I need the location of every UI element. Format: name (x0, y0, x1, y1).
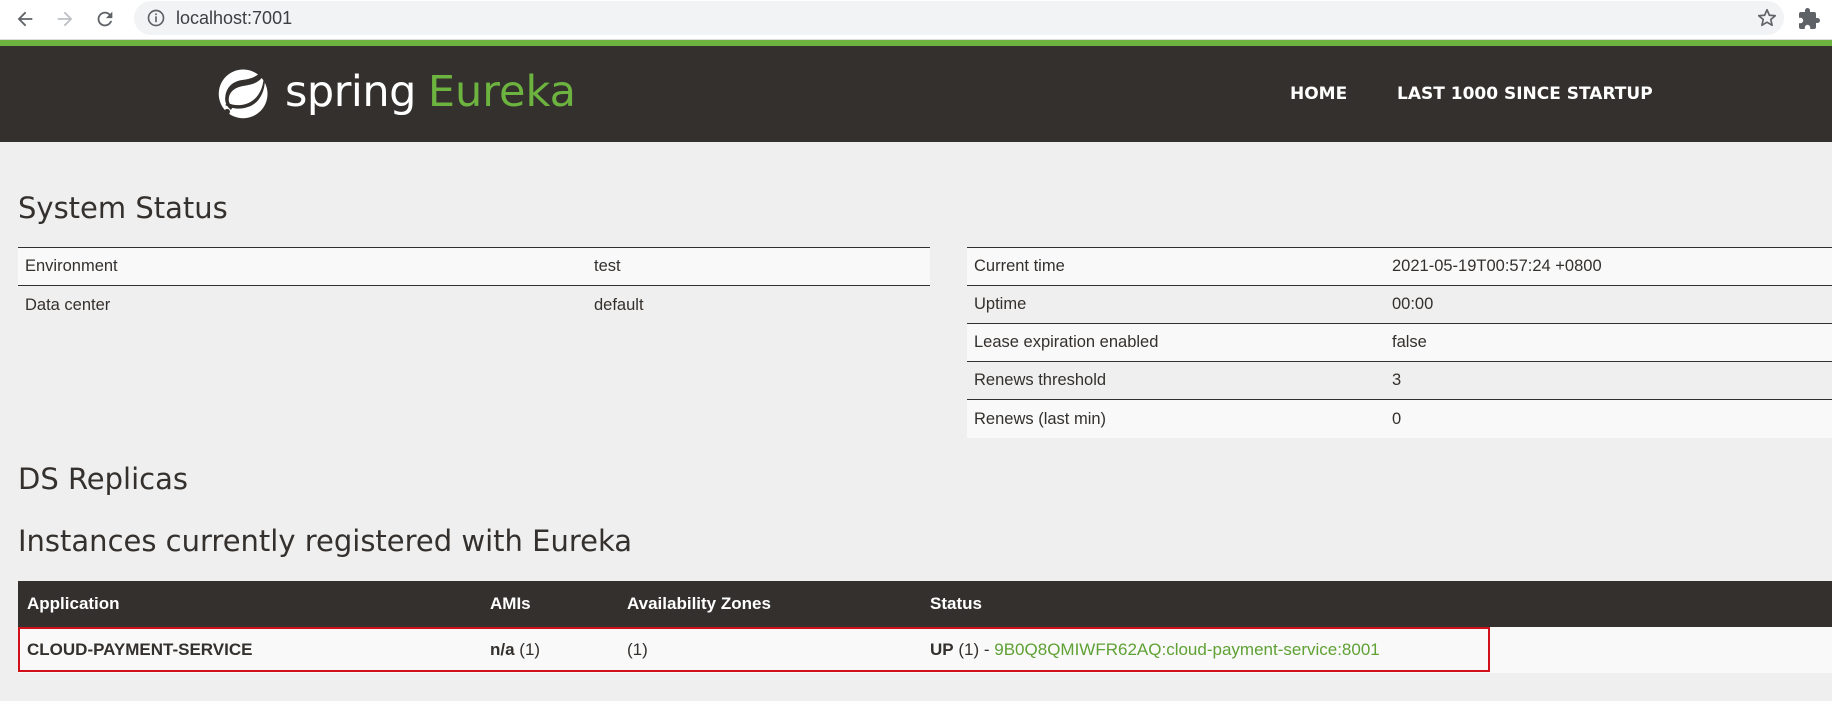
extensions-icon[interactable] (1797, 7, 1821, 31)
eureka-header: spring Eureka HOME LAST 1000 SINCE START… (0, 46, 1832, 142)
status-value: 0 (1392, 409, 1402, 428)
reload-button[interactable] (90, 4, 120, 34)
star-icon[interactable] (1756, 7, 1778, 29)
status-row: Uptime 00:00 (967, 286, 1832, 324)
column-header-zones: Availability Zones (627, 594, 771, 613)
back-icon (17, 11, 33, 27)
status-row: Renews threshold 3 (967, 362, 1832, 400)
status-count: (1) - (958, 640, 990, 659)
application-name: CLOUD-PAYMENT-SERVICE (27, 640, 253, 659)
ds-replicas-heading: DS Replicas (18, 462, 188, 496)
zones-cell: (1) (627, 640, 648, 659)
status-row: Environment test (18, 248, 930, 286)
back-button[interactable] (10, 4, 40, 34)
status-row: Data center default (18, 286, 930, 324)
status-key: Uptime (974, 295, 1027, 313)
brand-spring: spring (285, 67, 416, 117)
status-value: 3 (1392, 371, 1402, 389)
instance-link[interactable]: 9B0Q8QMIWFR62AQ:cloud-payment-service:80… (994, 640, 1380, 659)
status-cell: UP (1) - 9B0Q8QMIWFR62AQ:cloud-payment-s… (930, 640, 1832, 660)
instances-table-header: Application AMIs Availability Zones Stat… (18, 581, 1832, 627)
brand-eureka: Eureka (427, 67, 576, 117)
status-value: 00:00 (1392, 295, 1434, 313)
nav-last-1000[interactable]: LAST 1000 SINCE STARTUP (1397, 84, 1653, 104)
info-icon[interactable] (146, 8, 166, 28)
url-text[interactable]: localhost:7001 (176, 8, 292, 29)
forward-button[interactable] (50, 4, 80, 34)
status-value: false (1392, 333, 1427, 351)
status-row: Current time 2021-05-19T00:57:24 +0800 (967, 248, 1832, 286)
system-status-heading: System Status (18, 191, 228, 225)
instances-table: Application AMIs Availability Zones Stat… (18, 581, 1832, 673)
forward-icon (57, 11, 73, 27)
address-bar[interactable]: localhost:7001 (134, 1, 1784, 35)
table-row: CLOUD-PAYMENT-SERVICE n/a (1) (1) UP (1)… (18, 627, 1832, 673)
status-value: 2021-05-19T00:57:24 +0800 (1392, 257, 1602, 275)
status-key: Renews threshold (974, 371, 1107, 389)
status-key: Lease expiration enabled (974, 333, 1159, 351)
status-key: Data center (25, 295, 111, 314)
status-label: UP (930, 640, 954, 659)
column-header-status: Status (930, 594, 982, 613)
status-value: default (594, 295, 644, 314)
status-row: Renews (last min) 0 (967, 400, 1832, 438)
system-status-right-table: Current time 2021-05-19T00:57:24 +0800 U… (967, 247, 1832, 438)
instances-heading: Instances currently registered with Eure… (18, 524, 633, 558)
spring-eureka-logo[interactable]: spring Eureka (215, 60, 576, 124)
status-key: Renews (last min) (974, 409, 1107, 428)
spring-leaf-icon (218, 67, 268, 119)
status-row: Lease expiration enabled false (967, 324, 1832, 362)
column-header-amis: AMIs (490, 594, 531, 613)
nav-home[interactable]: HOME (1290, 84, 1347, 104)
amis-label: n/a (490, 640, 515, 659)
amis-count: (1) (519, 640, 541, 659)
status-value: test (594, 257, 621, 275)
system-status-left-table: Environment test Data center default (18, 247, 930, 324)
status-key: Environment (25, 257, 118, 275)
amis-cell: n/a (1) (490, 640, 627, 660)
browser-toolbar: localhost:7001 (0, 0, 1832, 40)
column-header-application: Application (27, 594, 120, 613)
status-key: Current time (974, 257, 1065, 275)
reload-icon (97, 11, 113, 27)
